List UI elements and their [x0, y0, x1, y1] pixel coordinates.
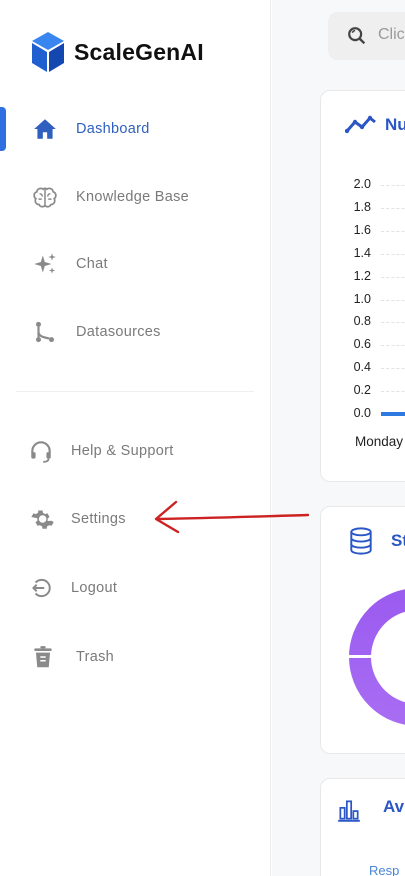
annotation-arrow: [154, 500, 310, 534]
